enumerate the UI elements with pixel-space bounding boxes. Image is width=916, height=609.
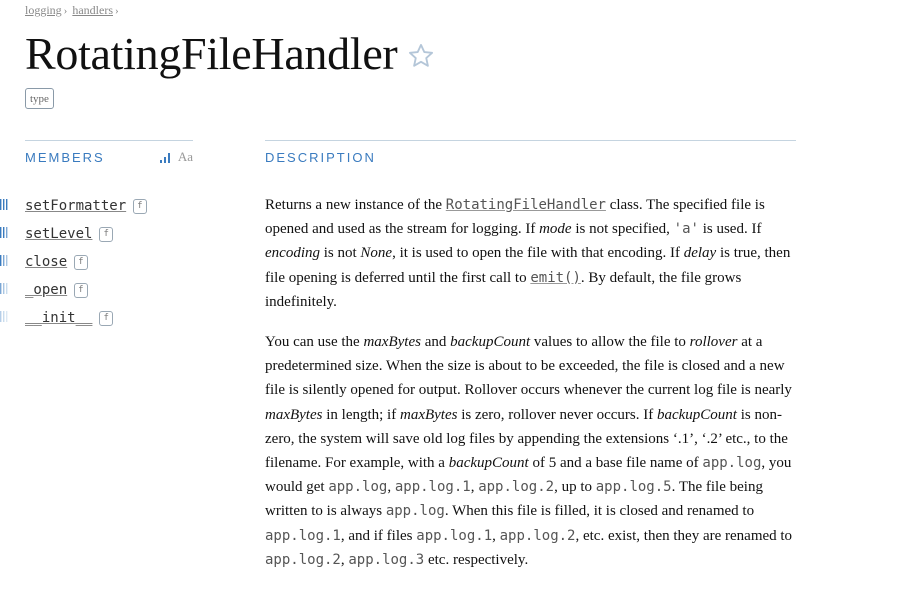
text: , and if files [340, 527, 417, 544]
alphabetical-sort-toggle[interactable]: Aa [178, 149, 193, 165]
function-badge: f [99, 310, 113, 326]
text: , etc. exist, then they are renamed to [575, 527, 793, 544]
bars-icon[interactable] [159, 152, 172, 163]
breadcrumb: logging › handlers › [25, 3, 121, 18]
text: , up to [554, 479, 596, 496]
none-value: None [360, 245, 393, 262]
code-filename: app.log.1 [394, 479, 471, 496]
usage-icon [0, 227, 8, 238]
breadcrumb-link-handlers[interactable]: handlers [72, 3, 113, 17]
member-item-setformatter[interactable]: setFormatter f [0, 192, 147, 220]
param-maxbytes: maxBytes [363, 334, 421, 351]
param-mode: mode [539, 221, 572, 238]
breadcrumb-separator: › [115, 5, 119, 17]
divider [25, 140, 193, 141]
member-name[interactable]: close [25, 254, 67, 270]
member-item-open[interactable]: _open f [0, 276, 147, 304]
description-paragraph: You can use the maxBytes and backupCount… [265, 330, 796, 572]
text: You can use the [265, 334, 364, 351]
members-heading: MEMBERS [25, 149, 105, 165]
breadcrumb-link-logging[interactable]: logging [25, 3, 62, 17]
member-name[interactable]: setFormatter [25, 198, 126, 214]
page-title: RotatingFileHandler [25, 28, 398, 79]
text: , [387, 479, 395, 496]
code-filename: app.log.2 [499, 527, 576, 544]
param-maxbytes: maxBytes [265, 406, 323, 423]
code-filename: app.log.2 [265, 551, 341, 568]
member-name[interactable]: __init__ [25, 310, 92, 326]
member-item-setlevel[interactable]: setLevel f [0, 220, 147, 248]
code-filename: app.log [328, 479, 388, 496]
code-filename: app.log [385, 503, 445, 520]
code-literal: 'a' [673, 221, 699, 238]
param-encoding: encoding [265, 245, 320, 262]
text: of 5 and a base file name of [528, 455, 703, 472]
members-tools: Aa [159, 149, 193, 165]
description-header: DESCRIPTION [265, 149, 796, 167]
code-filename: app.log.3 [348, 551, 425, 568]
text: in length; if [322, 406, 400, 423]
text: Returns a new instance of the [265, 197, 446, 213]
usage-icon [0, 311, 8, 322]
text: . When this file is filled, it is closed… [444, 503, 755, 520]
breadcrumb-separator: › [63, 5, 68, 17]
param-maxbytes: maxBytes [399, 406, 458, 423]
code-filename: app.log.5 [595, 479, 672, 496]
divider [265, 140, 796, 141]
title-row: RotatingFileHandler [25, 26, 435, 82]
member-name[interactable]: setLevel [25, 226, 92, 242]
text: is not [319, 245, 361, 262]
type-badge: type [25, 88, 54, 109]
member-list: setFormatter f setLevel f close f _open … [0, 192, 147, 332]
class-reference-link[interactable]: RotatingFileHandler [446, 197, 606, 213]
member-name[interactable]: _open [25, 282, 67, 298]
param-backupcount: backupCount [656, 406, 737, 423]
term-rollover: rollover [689, 334, 738, 351]
member-item-init[interactable]: __init__ f [0, 304, 147, 332]
function-badge: f [99, 226, 113, 242]
text: values to allow the file to [530, 334, 690, 351]
code-filename: app.log.1 [416, 527, 493, 544]
function-badge: f [74, 282, 88, 298]
description-panel: DESCRIPTION Returns a new instance of th… [265, 140, 796, 588]
usage-icon [0, 255, 8, 266]
text: etc. respectively. [424, 551, 529, 568]
star-icon[interactable] [407, 42, 435, 70]
text: , [492, 527, 500, 544]
text: is zero, rollover never occurs. If [457, 406, 657, 423]
text: is not specified, [571, 221, 674, 238]
description-paragraph: Returns a new instance of the RotatingFi… [265, 193, 796, 314]
param-backupcount: backupCount [448, 455, 529, 472]
code-filename: app.log.1 [265, 527, 341, 544]
description-heading: DESCRIPTION [265, 150, 376, 165]
function-badge: f [133, 198, 147, 214]
description-body: Returns a new instance of the RotatingFi… [265, 193, 796, 572]
members-panel: MEMBERS Aa setFormatter f setLevel f clo… [0, 140, 193, 326]
usage-icon [0, 199, 8, 210]
param-backupcount: backupCount [450, 334, 531, 351]
members-header: MEMBERS Aa [25, 149, 193, 165]
member-item-close[interactable]: close f [0, 248, 147, 276]
code-filename: app.log.2 [478, 479, 555, 496]
usage-icon [0, 283, 8, 294]
emit-method-link[interactable]: emit() [530, 270, 581, 286]
function-badge: f [74, 254, 88, 270]
text: , it is used to open the file with that … [392, 245, 684, 262]
code-filename: app.log [702, 455, 762, 472]
text: and [420, 334, 451, 351]
param-delay: delay [683, 245, 717, 262]
text: is used. If [698, 221, 762, 238]
